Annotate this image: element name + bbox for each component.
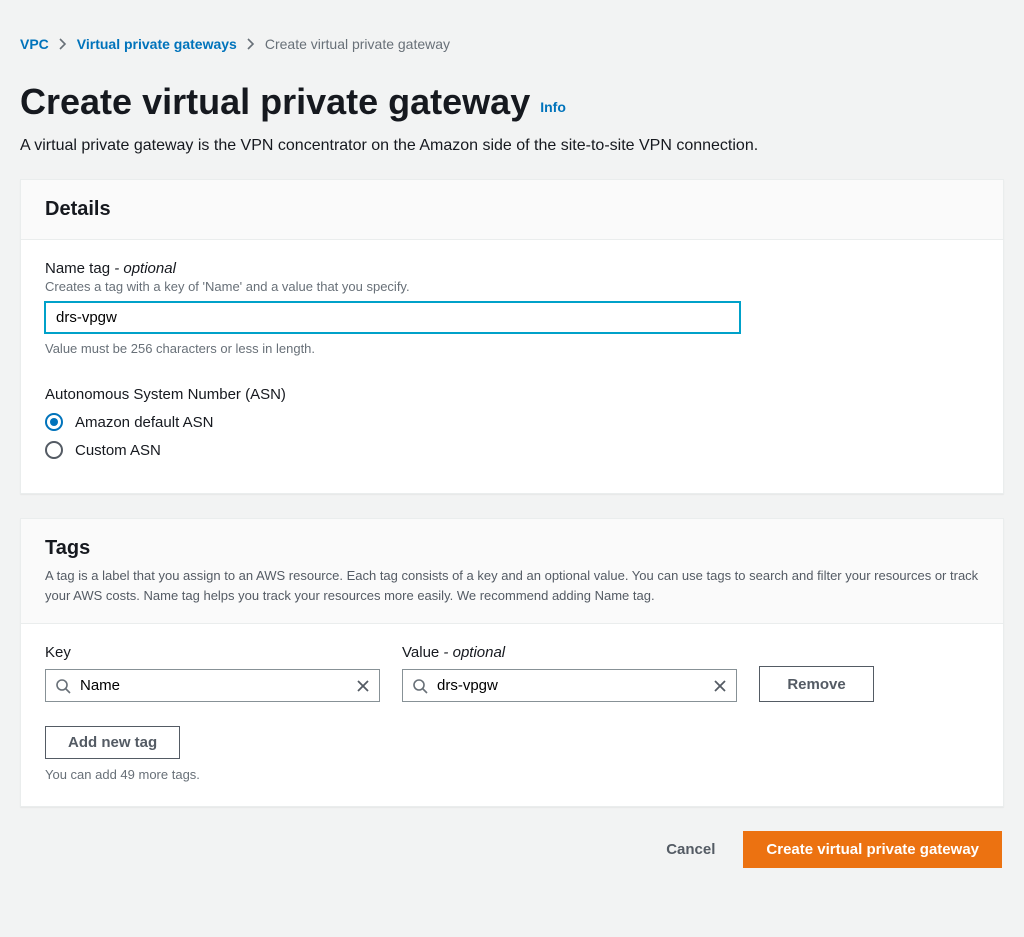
details-header: Details (21, 180, 1003, 240)
asn-custom-radio[interactable]: Custom ASN (45, 441, 979, 459)
tag-key-label: Key (45, 644, 380, 661)
tag-value-label: Value - optional (402, 644, 737, 661)
tags-description: A tag is a label that you assign to an A… (45, 566, 979, 605)
page-subtitle: A virtual private gateway is the VPN con… (20, 137, 1004, 155)
tags-remaining: You can add 49 more tags. (45, 767, 979, 782)
breadcrumb-vpc-link[interactable]: VPC (20, 36, 49, 52)
tag-value-input[interactable] (402, 669, 737, 702)
tags-panel: Tags A tag is a label that you assign to… (20, 518, 1004, 807)
tags-header: Tags A tag is a label that you assign to… (21, 519, 1003, 624)
cancel-button[interactable]: Cancel (662, 833, 719, 866)
radio-unselected-icon (45, 441, 63, 459)
name-tag-label: Name tag - optional (45, 260, 979, 277)
breadcrumb-vpg-link[interactable]: Virtual private gateways (77, 36, 237, 52)
remove-tag-button[interactable]: Remove (759, 666, 874, 702)
info-link[interactable]: Info (540, 99, 566, 115)
breadcrumb: VPC Virtual private gateways Create virt… (20, 36, 1004, 52)
asn-default-radio[interactable]: Amazon default ASN (45, 413, 979, 431)
clear-icon[interactable] (713, 679, 727, 693)
radio-selected-icon (45, 413, 63, 431)
add-tag-button[interactable]: Add new tag (45, 726, 180, 759)
asn-label: Autonomous System Number (ASN) (45, 386, 979, 403)
breadcrumb-current: Create virtual private gateway (265, 36, 450, 52)
tags-heading: Tags (45, 537, 979, 560)
chevron-right-icon (247, 38, 255, 50)
name-tag-help: Creates a tag with a key of 'Name' and a… (45, 279, 979, 294)
tag-row: Key Value - optional (45, 644, 979, 702)
name-tag-input[interactable] (45, 302, 740, 333)
details-heading: Details (45, 198, 979, 221)
create-button[interactable]: Create virtual private gateway (743, 831, 1002, 868)
page-title: Create virtual private gateway (20, 80, 530, 123)
asn-default-radio-label: Amazon default ASN (75, 414, 213, 431)
footer-actions: Cancel Create virtual private gateway (20, 831, 1004, 868)
chevron-right-icon (59, 38, 67, 50)
clear-icon[interactable] (356, 679, 370, 693)
name-tag-constraint: Value must be 256 characters or less in … (45, 341, 979, 356)
tag-key-input[interactable] (45, 669, 380, 702)
details-panel: Details Name tag - optional Creates a ta… (20, 179, 1004, 494)
asn-custom-radio-label: Custom ASN (75, 442, 161, 459)
